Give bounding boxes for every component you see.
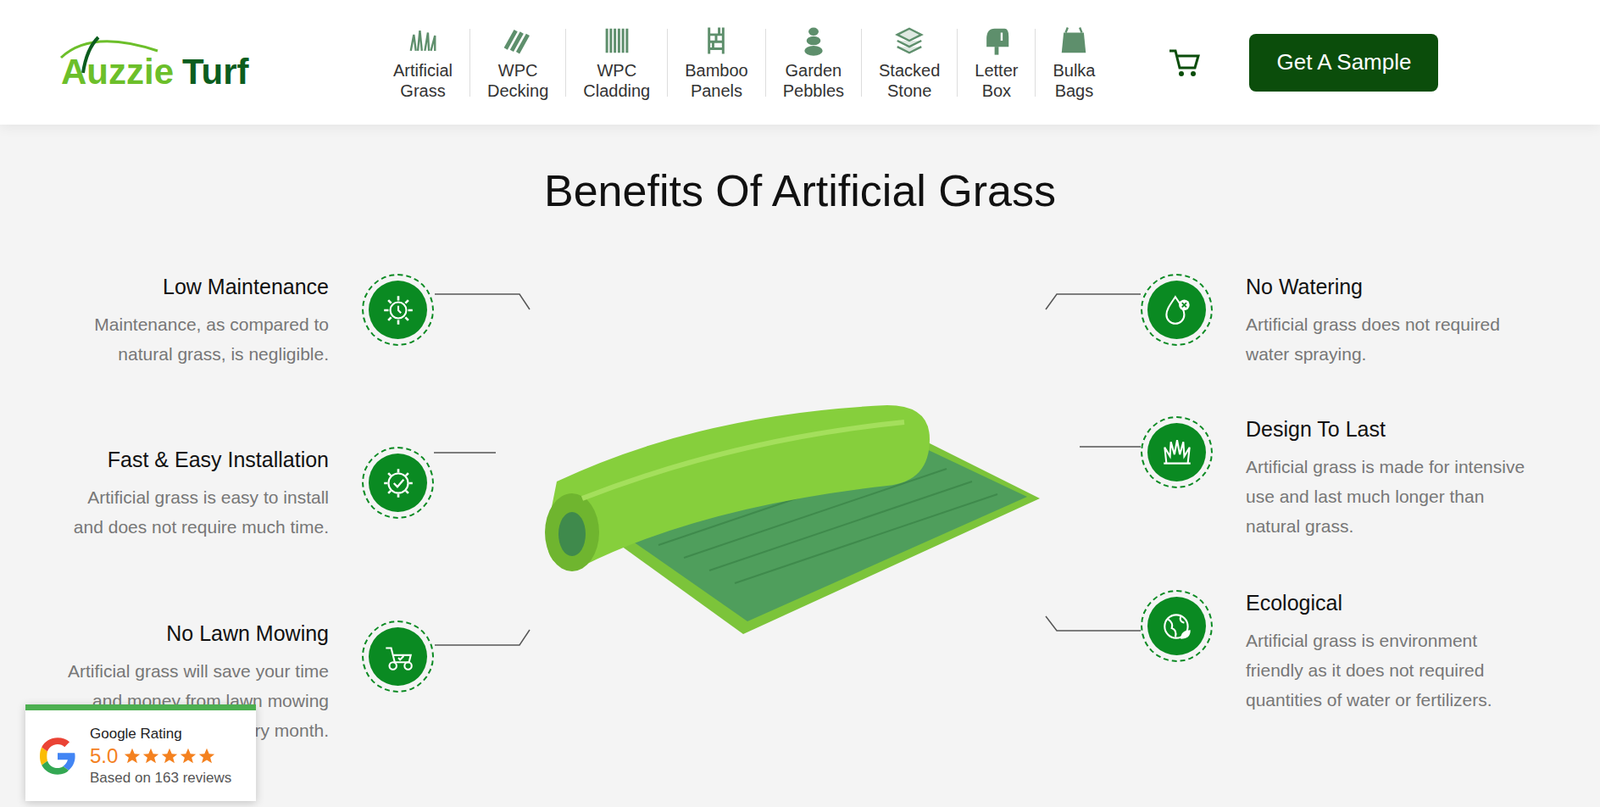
- nav-icon: [1057, 24, 1090, 57]
- benefit-item: No WateringArtificial grass does not req…: [1040, 273, 1534, 417]
- nav-icon: [406, 24, 439, 57]
- benefit-icon: [361, 620, 434, 693]
- google-rating-badge[interactable]: Google Rating5.0Based on 163 reviews: [25, 704, 256, 801]
- main-nav: Artificial GrassWPC DeckingWPC CladdingB…: [376, 24, 1112, 101]
- nav-icon: [501, 24, 534, 57]
- google-icon: [35, 733, 80, 778]
- nav-item[interactable]: WPC Cladding: [566, 24, 667, 101]
- nav-item[interactable]: Artificial Grass: [376, 24, 470, 101]
- site-header: AuzzieTurf Artificial GrassWPC DeckingWPC…: [0, 0, 1600, 125]
- nav-item[interactable]: WPC Decking: [470, 24, 566, 101]
- right-benefits: No WateringArtificial grass does not req…: [1040, 273, 1534, 790]
- nav-icon: [600, 24, 634, 57]
- benefit-icon: [361, 273, 434, 346]
- connector-line: [433, 446, 532, 519]
- nav-icon: [980, 24, 1013, 57]
- benefit-icon: [1140, 589, 1213, 662]
- connector-line: [1040, 416, 1141, 489]
- cart-icon[interactable]: [1167, 47, 1202, 78]
- nav-item[interactable]: Stacked Stone: [861, 24, 957, 101]
- benefit-item: Low MaintenanceMaintenance, as compared …: [64, 273, 532, 447]
- nav-item[interactable]: Bulka Bags: [1035, 24, 1112, 101]
- benefit-icon: [361, 446, 434, 519]
- connector-line: [1040, 589, 1141, 662]
- grass-roll-image: [531, 388, 1041, 643]
- benefit-icon: [1140, 273, 1213, 346]
- connector-line: [433, 620, 532, 693]
- star-rating: [122, 746, 217, 766]
- nav-icon: [893, 24, 926, 57]
- benefit-icon: [1140, 416, 1213, 489]
- nav-icon: [700, 24, 733, 57]
- nav-item[interactable]: Bamboo Panels: [667, 24, 766, 101]
- nav-icon: [797, 24, 830, 57]
- benefit-item: EcologicalArtificial grass is environmen…: [1040, 589, 1534, 777]
- get-sample-button[interactable]: Get A Sample: [1249, 33, 1439, 92]
- benefit-item: Design To LastArtificial grass is made f…: [1040, 416, 1534, 590]
- benefit-item: Fast & Easy InstallationArtificial grass…: [64, 446, 532, 621]
- connector-line: [1040, 273, 1141, 346]
- nav-item[interactable]: Letter Box: [957, 24, 1035, 101]
- nav-item[interactable]: Garden Pebbles: [766, 24, 862, 101]
- logo[interactable]: AuzzieTurf: [61, 28, 316, 97]
- connector-line: [433, 273, 532, 346]
- benefits-section: Benefits Of Artificial GrassLow Maintena…: [0, 124, 1600, 790]
